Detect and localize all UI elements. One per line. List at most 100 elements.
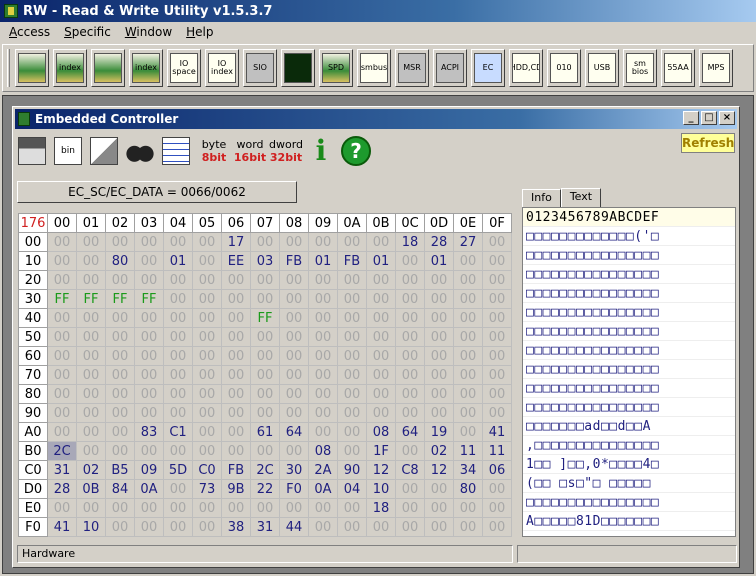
hex-cell[interactable]: 00 <box>279 346 309 366</box>
hex-cell[interactable]: 00 <box>424 346 454 366</box>
hex-cell[interactable]: 00 <box>337 308 367 328</box>
hex-cell[interactable]: 00 <box>47 365 77 385</box>
hex-cell[interactable]: 00 <box>279 403 309 423</box>
hex-cell[interactable]: FB <box>221 460 251 480</box>
hex-cell[interactable]: 00 <box>395 441 425 461</box>
menu-help[interactable]: Help <box>181 25 218 39</box>
hex-cell[interactable]: 00 <box>134 251 164 271</box>
hex-cell[interactable]: 00 <box>279 308 309 328</box>
byte-width-button[interactable]: byte 8bit <box>197 134 231 168</box>
tab-text[interactable]: Text <box>560 188 602 208</box>
hex-cell[interactable]: 0A <box>134 479 164 499</box>
hex-cell[interactable]: 00 <box>221 498 251 518</box>
hex-cell[interactable]: 00 <box>76 327 106 347</box>
hex-cell[interactable]: 08 <box>308 441 338 461</box>
hex-cell[interactable]: 00 <box>453 365 483 385</box>
hex-cell[interactable]: F0 <box>279 479 309 499</box>
hex-cell[interactable]: 73 <box>192 479 222 499</box>
hex-cell[interactable]: 00 <box>366 232 396 252</box>
hex-cell[interactable]: 08 <box>366 422 396 442</box>
hex-cell[interactable]: 00 <box>250 289 280 309</box>
hex-cell[interactable]: 44 <box>279 517 309 537</box>
hex-cell[interactable]: 00 <box>279 365 309 385</box>
hex-cell[interactable]: 00 <box>250 498 280 518</box>
mps-button[interactable]: MPS <box>699 49 733 87</box>
hex-cell[interactable]: 00 <box>337 232 367 252</box>
hex-cell[interactable]: 00 <box>192 251 222 271</box>
hex-cell[interactable]: 01 <box>366 251 396 271</box>
disk-button[interactable]: 010 <box>547 49 581 87</box>
hex-cell[interactable]: 00 <box>76 251 106 271</box>
hex-cell[interactable]: 00 <box>453 498 483 518</box>
hex-cell[interactable]: 00 <box>134 232 164 252</box>
hex-cell[interactable]: 00 <box>337 327 367 347</box>
load-button[interactable] <box>89 134 119 168</box>
hex-cell[interactable]: 00 <box>395 346 425 366</box>
hex-cell[interactable]: 00 <box>221 365 251 385</box>
usb-button[interactable]: USB <box>585 49 619 87</box>
hex-cell[interactable]: 00 <box>482 403 512 423</box>
hex-cell[interactable]: 00 <box>76 403 106 423</box>
hex-cell[interactable]: 00 <box>47 384 77 404</box>
hex-cell[interactable]: 00 <box>424 403 454 423</box>
hex-cell[interactable]: 00 <box>482 327 512 347</box>
child-titlebar[interactable]: Embedded Controller <box>15 109 737 129</box>
hex-cell[interactable]: 2A <box>308 460 338 480</box>
hex-cell[interactable]: 00 <box>221 422 251 442</box>
hex-cell[interactable]: 00 <box>395 308 425 328</box>
hex-cell[interactable]: 00 <box>424 327 454 347</box>
hex-cell[interactable]: 00 <box>192 517 222 537</box>
hex-cell[interactable]: 00 <box>76 232 106 252</box>
hex-cell[interactable]: 00 <box>76 422 106 442</box>
hex-cell[interactable]: 00 <box>424 365 454 385</box>
hex-cell[interactable]: 00 <box>482 289 512 309</box>
pci-button[interactable] <box>15 49 49 87</box>
hex-cell[interactable]: 00 <box>76 346 106 366</box>
hdd-cd-button[interactable]: HDD,CD <box>509 49 543 87</box>
hex-cell[interactable]: 00 <box>192 403 222 423</box>
hex-cell[interactable]: 83 <box>134 422 164 442</box>
hex-cell[interactable]: 00 <box>337 346 367 366</box>
hex-cell[interactable]: 00 <box>250 346 280 366</box>
refresh-button[interactable]: Refresh <box>681 133 735 153</box>
smbus-button[interactable]: smbus <box>357 49 391 87</box>
hex-cell[interactable]: 00 <box>308 289 338 309</box>
hex-cell[interactable]: 00 <box>105 384 135 404</box>
hex-cell[interactable]: 00 <box>47 327 77 347</box>
super-io-button[interactable]: SIO <box>243 49 277 87</box>
hex-cell[interactable]: 5D <box>163 460 193 480</box>
hex-cell[interactable]: 00 <box>424 498 454 518</box>
hex-cell[interactable]: 00 <box>366 270 396 290</box>
hex-cell[interactable]: 19 <box>424 422 454 442</box>
hex-cell[interactable]: 00 <box>105 327 135 347</box>
hex-cell[interactable]: 00 <box>308 517 338 537</box>
hex-cell[interactable]: 61 <box>250 422 280 442</box>
hex-cell[interactable]: 11 <box>482 441 512 461</box>
hex-cell[interactable]: 00 <box>453 289 483 309</box>
hex-cell[interactable]: 00 <box>453 251 483 271</box>
hex-cell[interactable]: 00 <box>105 517 135 537</box>
hex-cell[interactable]: 00 <box>366 384 396 404</box>
memory-button[interactable] <box>91 49 125 87</box>
hex-cell[interactable]: 00 <box>192 289 222 309</box>
hex-cell[interactable]: 00 <box>105 441 135 461</box>
hex-cell[interactable]: FB <box>279 251 309 271</box>
hex-cell[interactable]: 00 <box>250 384 280 404</box>
hex-cell[interactable]: 31 <box>47 460 77 480</box>
hex-cell[interactable]: 00 <box>47 346 77 366</box>
hex-cell[interactable]: 00 <box>366 346 396 366</box>
find-button[interactable] <box>125 134 155 168</box>
hex-cell[interactable]: 00 <box>366 327 396 347</box>
hex-cell[interactable]: FB <box>337 251 367 271</box>
hex-cell[interactable]: 00 <box>192 270 222 290</box>
hex-cell[interactable]: C8 <box>395 460 425 480</box>
hex-cell[interactable]: 01 <box>424 251 454 271</box>
hex-cell[interactable]: 00 <box>337 441 367 461</box>
hex-cell[interactable]: 00 <box>482 498 512 518</box>
msr-button[interactable]: MSR <box>395 49 429 87</box>
hex-cell[interactable]: 00 <box>366 365 396 385</box>
hex-cell[interactable]: 00 <box>163 289 193 309</box>
hex-cell[interactable]: 00 <box>482 479 512 499</box>
hex-cell[interactable]: 00 <box>308 232 338 252</box>
word-width-button[interactable]: word 16bit <box>233 134 267 168</box>
